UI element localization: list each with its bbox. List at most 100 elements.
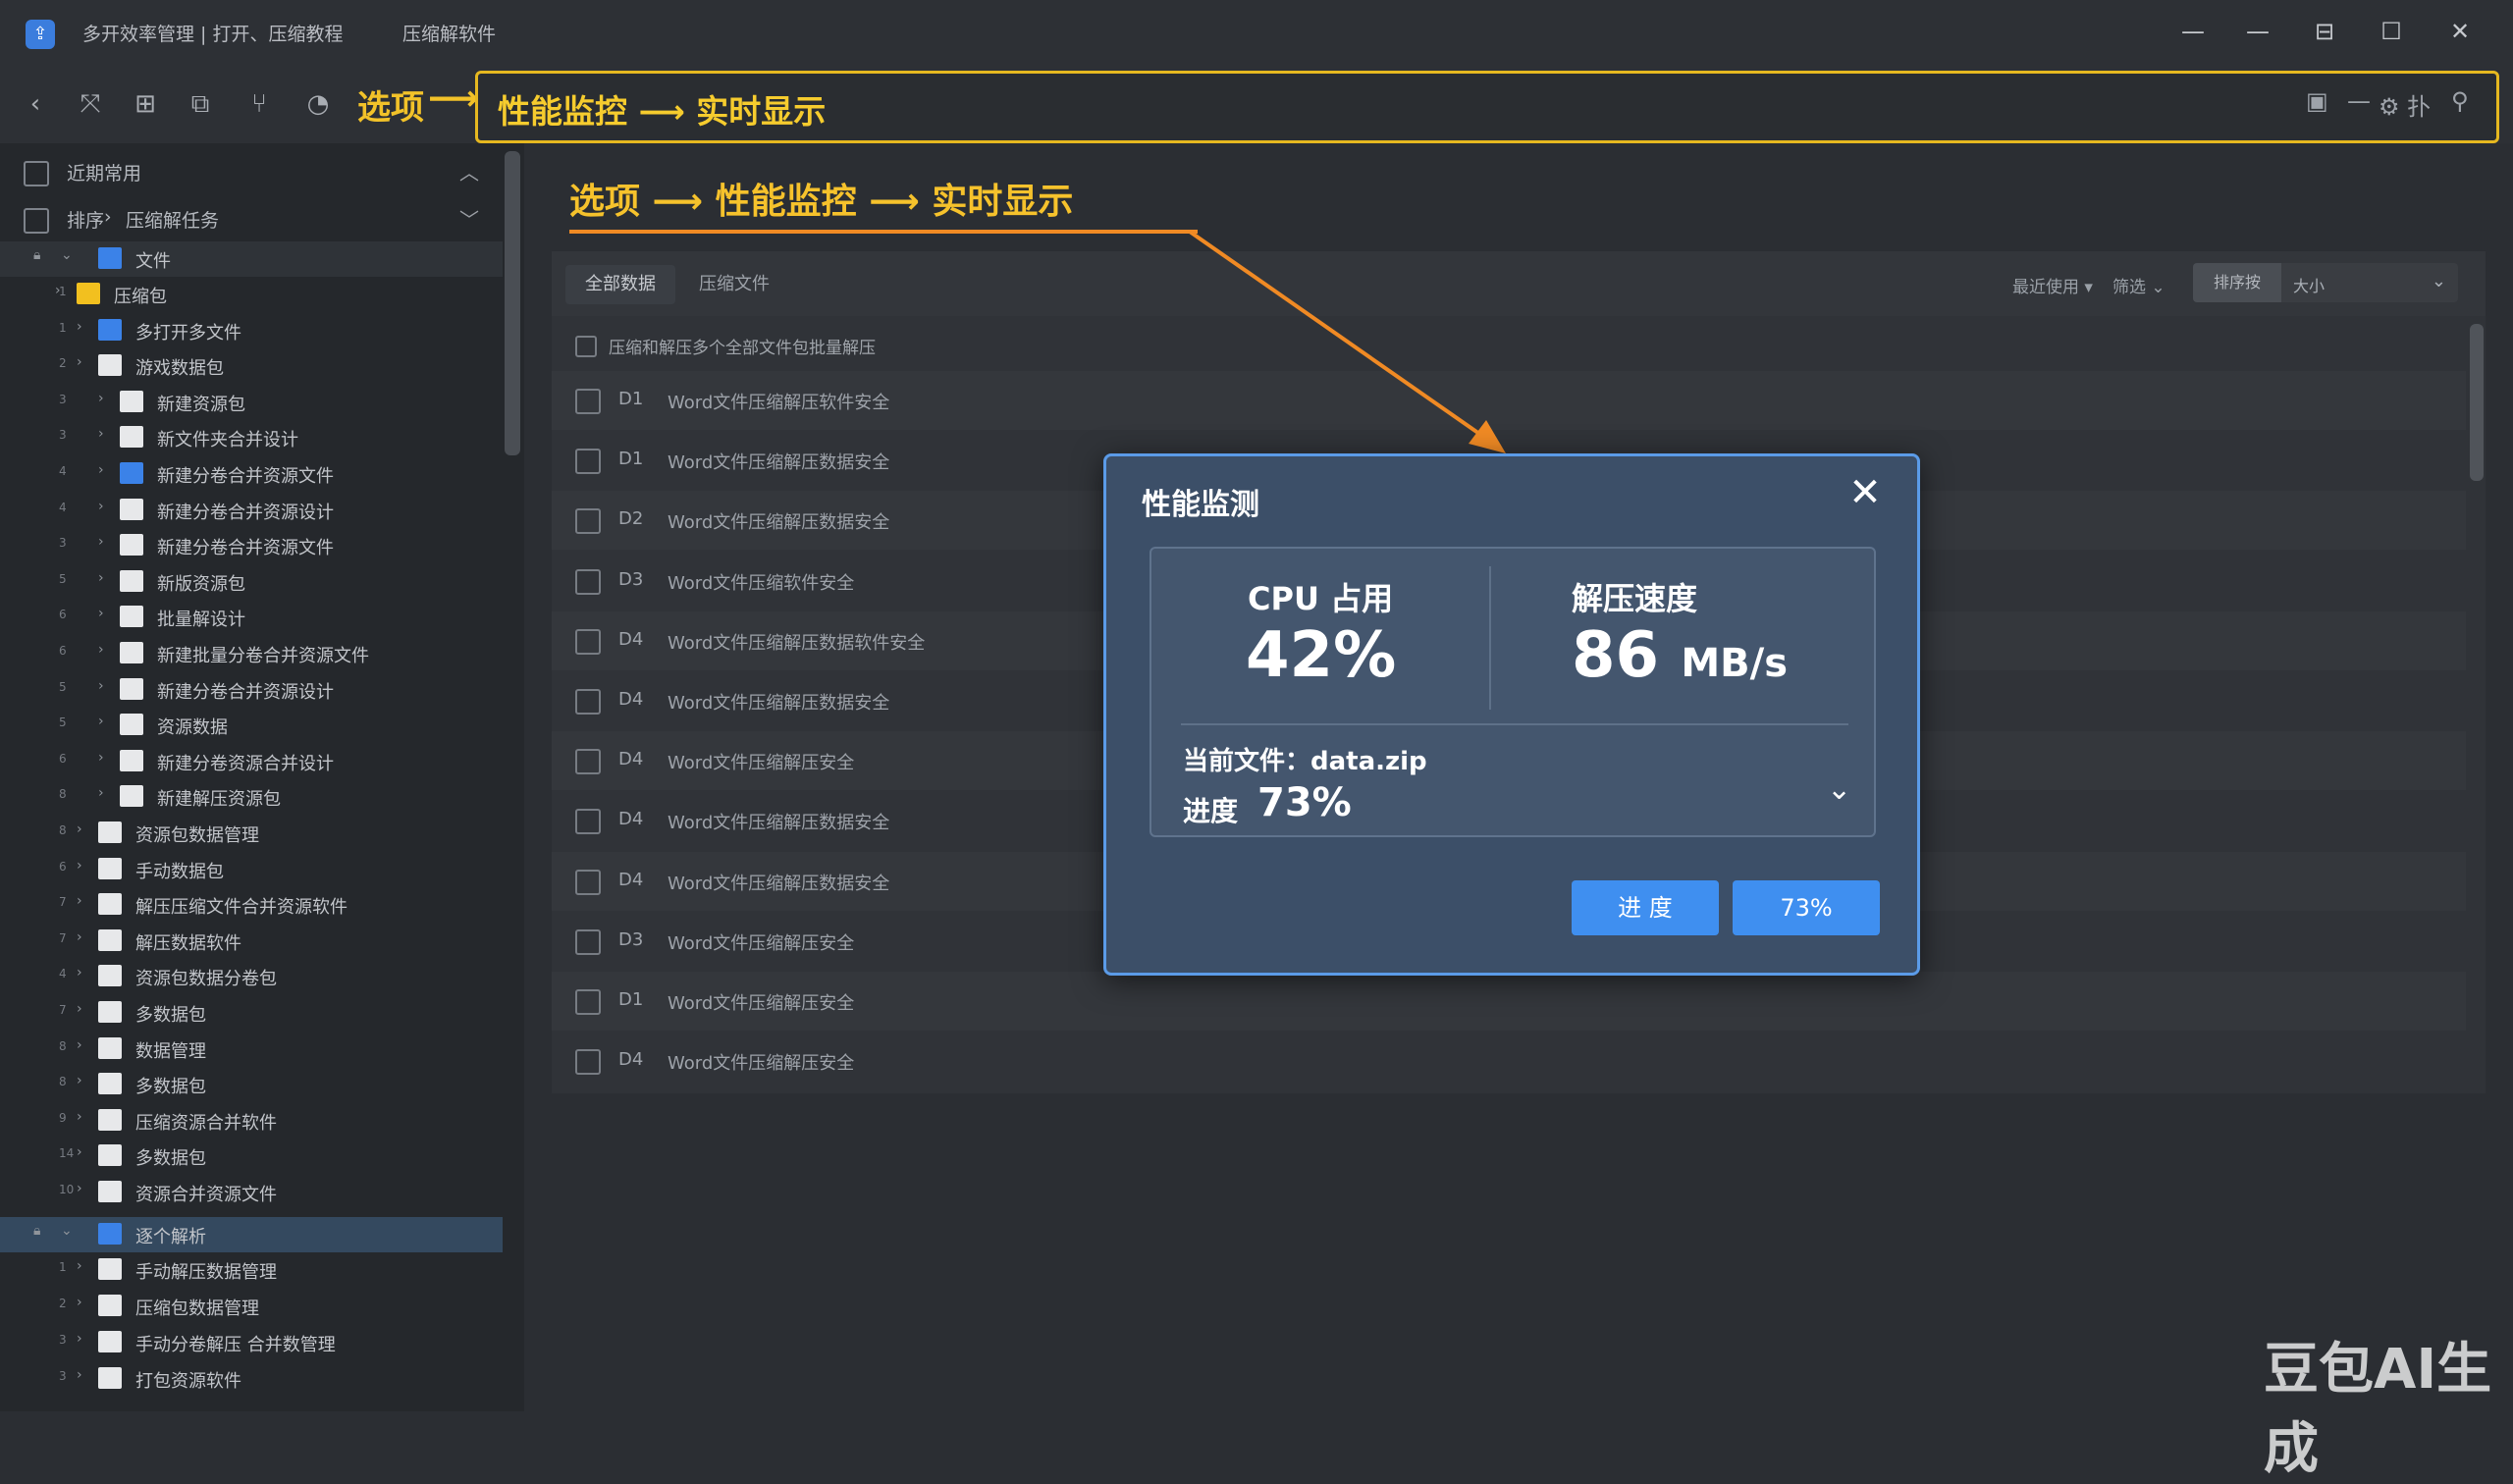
tree-item[interactable]: 9 › 压缩资源合并软件 (0, 1103, 503, 1139)
expand-arrow-icon[interactable]: › (55, 283, 61, 298)
tree-item[interactable]: 7 › 多数据包 (0, 995, 503, 1031)
expand-arrow-icon[interactable]: › (77, 1109, 82, 1125)
expand-arrow-icon[interactable]: › (98, 678, 104, 694)
list-scrollbar[interactable] (2470, 324, 2484, 481)
split-icon[interactable]: ⑂ (240, 84, 279, 124)
list-item[interactable]: D1 Word文件压缩解压安全 (552, 972, 2466, 1031)
tree-item[interactable]: 6 › 新建批量分卷合并资源文件 (0, 636, 503, 671)
path-breadcrumb-box[interactable]: 性能监控 ⟶ 实时显示 ▣ — ⚙ 扑 ⚲ (475, 71, 2499, 143)
expand-arrow-icon[interactable]: › (98, 391, 104, 406)
tree-item[interactable]: 2 › 压缩包数据管理 (0, 1289, 503, 1324)
restore-button[interactable]: ⊟ (2305, 14, 2344, 49)
expand-arrow-icon[interactable]: › (77, 1037, 82, 1053)
tree-item[interactable]: 5 › 新版资源包 (0, 564, 503, 600)
tree-item[interactable]: 8 › 多数据包 (0, 1067, 503, 1102)
tree-root-item[interactable]: 🔒︎ ⌄ 逐个解析 (0, 1217, 503, 1252)
expand-arrow-icon[interactable]: › (98, 462, 104, 478)
tree-item[interactable]: 5 › 资源数据 (0, 708, 503, 743)
tree-item[interactable]: 3 › 手动分卷解压 合并数管理 (0, 1325, 503, 1360)
chevron-down-icon[interactable]: ⌄ (1827, 772, 1851, 807)
expand-arrow-icon[interactable]: › (77, 1258, 82, 1274)
expand-arrow-icon[interactable]: › (98, 785, 104, 801)
expand-arrow-icon[interactable]: › (98, 642, 104, 658)
tree-item[interactable]: 5 › 新建分卷合并资源设计 (0, 672, 503, 708)
tree-item[interactable]: 3 › 新文件夹合并设计 (0, 420, 503, 455)
row-checkbox[interactable] (575, 449, 601, 475)
back-icon[interactable]: ‹ (16, 84, 55, 124)
expand-arrow-icon[interactable]: › (77, 1331, 82, 1347)
row-checkbox[interactable] (575, 508, 601, 535)
expand-arrow-icon[interactable]: › (77, 1073, 82, 1088)
expand-arrow-icon[interactable]: › (98, 499, 104, 514)
progress-button[interactable]: 进 度 (1572, 880, 1719, 935)
search-icon[interactable]: ⚲ (2451, 87, 2469, 115)
expand-arrow-icon[interactable]: › (77, 1181, 82, 1196)
list-item[interactable]: D4 Word文件压缩解压安全 (552, 1032, 2466, 1090)
tree-item[interactable]: 6 › 手动数据包 (0, 852, 503, 887)
expand-arrow-icon[interactable]: › (77, 354, 82, 370)
tree-item[interactable]: 6 › 新建分卷资源合并设计 (0, 744, 503, 779)
tab-all-data[interactable]: 全部数据 (565, 265, 675, 304)
tree-item[interactable]: 4 › 新建分卷合并资源文件 (0, 456, 503, 492)
expand-arrow-icon[interactable]: › (77, 1295, 82, 1310)
tree-item[interactable]: 4 › 新建分卷合并资源设计 (0, 493, 503, 528)
maximize-button[interactable]: ☐ (2372, 14, 2411, 49)
row-checkbox[interactable] (575, 389, 601, 414)
grid-icon[interactable]: ⊞ (126, 84, 165, 124)
tree-item[interactable]: 1 › 压缩包 (0, 277, 503, 312)
select-all-row[interactable]: 压缩和解压多个全部文件包批量解压 (552, 328, 2466, 363)
row-checkbox[interactable] (575, 568, 601, 595)
row-checkbox[interactable] (575, 809, 601, 835)
sidebar-section-recent[interactable]: 近期常用 ︿ (0, 151, 491, 194)
list-item[interactable]: D1 Word文件压缩解压软件安全 (552, 371, 2466, 430)
settings-icon[interactable]: ⚙ 扑 (2379, 87, 2431, 122)
expand-arrow-icon[interactable]: › (98, 534, 104, 550)
recent-filter-dropdown[interactable]: 最近使用 ▾ (2012, 273, 2093, 297)
tab-compressed-files[interactable]: 压缩文件 (679, 265, 789, 304)
tree-item[interactable]: 4 › 资源包数据分卷包 (0, 959, 503, 994)
expand-arrow-icon[interactable]: › (77, 319, 82, 335)
tree-item[interactable]: 8 › 新建解压资源包 (0, 779, 503, 815)
expand-arrow-icon[interactable]: › (77, 858, 82, 874)
timer-icon[interactable]: ◔ (298, 84, 338, 124)
tree-item[interactable]: 14 › 多数据包 (0, 1139, 503, 1174)
expand-arrow-icon[interactable]: › (77, 1144, 82, 1160)
chevron-up-icon[interactable]: ︿ (459, 157, 479, 186)
layout-icon[interactable]: ▣ (2306, 87, 2328, 115)
expand-arrow-icon[interactable]: › (98, 570, 104, 586)
expand-arrow-icon[interactable]: › (77, 893, 82, 909)
expand-arrow-icon[interactable]: › (77, 822, 82, 837)
minimize-alt-button[interactable]: — (2173, 14, 2213, 49)
row-checkbox[interactable] (575, 689, 601, 715)
sort-select[interactable]: 排序按 大小 ⌄ (2193, 263, 2458, 302)
row-checkbox[interactable] (575, 928, 601, 955)
sidebar-section-sort[interactable]: 排序 › 压缩解任务 ﹀ (0, 198, 491, 241)
tree-item[interactable]: 7 › 解压压缩文件合并资源软件 (0, 887, 503, 923)
expand-arrow-icon[interactable]: › (98, 426, 104, 442)
copy-icon[interactable]: ⧉ (181, 84, 220, 124)
close-icon[interactable]: ✕ (1841, 468, 1890, 517)
tree-item[interactable]: 8 › 数据管理 (0, 1032, 503, 1067)
row-checkbox[interactable] (575, 1049, 601, 1076)
tree-item[interactable]: 1 › 多打开多文件 (0, 313, 503, 348)
row-checkbox[interactable] (575, 989, 601, 1015)
expand-arrow-icon[interactable]: › (77, 965, 82, 980)
filter-dropdown[interactable]: 筛选 ⌄ (2112, 273, 2165, 297)
expand-arrow-icon[interactable]: › (77, 1367, 82, 1383)
chevron-down-icon[interactable]: ⌄ (61, 1223, 73, 1239)
chevron-down-icon[interactable]: ﹀ (459, 204, 479, 233)
expand-arrow-icon[interactable]: › (98, 750, 104, 766)
expand-arrow-icon[interactable]: › (77, 1001, 82, 1017)
sidebar-scrollbar[interactable] (505, 151, 520, 455)
minimize-button[interactable]: — (2238, 14, 2277, 49)
row-checkbox[interactable] (575, 869, 601, 895)
row-checkbox[interactable] (575, 628, 601, 655)
tree-item[interactable]: 7 › 解压数据软件 (0, 924, 503, 959)
expand-arrow-icon[interactable]: › (98, 714, 104, 729)
options-menu-label[interactable]: 选项 (357, 80, 424, 129)
row-checkbox[interactable] (575, 749, 601, 775)
tree-item[interactable]: 10 › 资源合并资源文件 (0, 1175, 503, 1210)
sort-button[interactable]: 排序按 (2193, 263, 2281, 302)
select-all-checkbox[interactable] (575, 336, 597, 357)
tree-item[interactable]: 3 › 新建分卷合并资源文件 (0, 528, 503, 563)
